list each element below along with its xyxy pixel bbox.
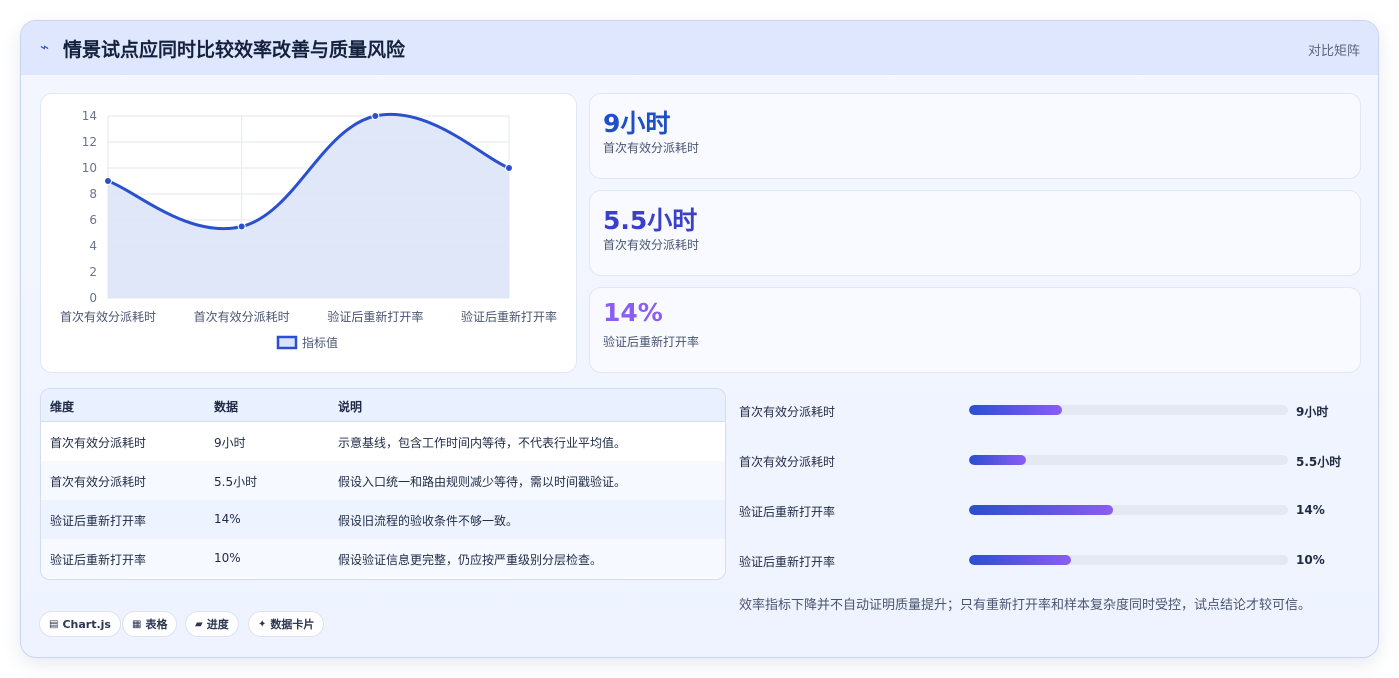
progress-icon: ▰ (195, 618, 203, 630)
data-table: 维度 数据 说明 首次有效分派耗时 9小时 示意基线，包含工作时间内等待，不代表… (40, 388, 726, 580)
y-tick-label: 8 (89, 187, 97, 201)
data-point (237, 222, 246, 231)
x-tick-label: 验证后重新打开率 (461, 309, 557, 324)
x-tick-label: 验证后重新打开率 (327, 309, 423, 324)
data-point (104, 177, 112, 185)
y-tick-label: 14 (82, 109, 97, 123)
progress-track (969, 455, 1288, 465)
column-header: 维度 (50, 400, 75, 414)
conclusion-note: 效率指标下降并不自动证明质量提升；只有重新打开率和样本复杂度同时受控，试点结论才… (739, 598, 1312, 613)
stat-label: 首次有效分派耗时 (603, 141, 700, 155)
progress-label: 验证后重新打开率 (739, 505, 836, 519)
progress-fill (969, 455, 1027, 465)
progress-label: 验证后重新打开率 (739, 555, 836, 569)
chip-label: 进度 (206, 618, 229, 631)
table-cell: 首次有效分派耗时 (50, 436, 147, 450)
stat-value: 9小时 (603, 109, 671, 138)
mode-label: 对比矩阵 (1307, 44, 1360, 59)
table-cell: 示意基线，包含工作时间内等待，不代表行业平均值。 (338, 436, 627, 450)
data-point (505, 164, 513, 172)
x-tick-label: 首次有效分派耗时 (60, 309, 156, 324)
x-tick-label: 首次有效分派耗时 (194, 309, 290, 324)
progress-fill (969, 505, 1113, 515)
panel-title: 情景试点应同时比较效率改善与质量风险 (63, 39, 406, 61)
chart-icon: ▤ (49, 618, 59, 630)
stat-label: 首次有效分派耗时 (603, 238, 700, 252)
progress-value: 5.5小时 (1296, 455, 1342, 469)
y-tick-label: 4 (89, 239, 97, 253)
table-cell: 5.5小时 (214, 475, 258, 489)
table-cell: 验证后重新打开率 (50, 514, 147, 528)
table-cell: 10% (214, 551, 241, 565)
chip-data-cards[interactable]: ✦ 数据卡片 (248, 611, 325, 637)
y-tick-label: 10 (82, 161, 97, 175)
y-tick-label: 2 (89, 265, 97, 279)
legend-label: 指标值 (302, 335, 338, 350)
progress-row: 验证后重新打开率 10% (739, 551, 1359, 571)
progress-label: 首次有效分派耗时 (739, 405, 836, 419)
progress-track (969, 555, 1288, 565)
table-cell: 假设入口统一和路由规则减少等待，需以时间戳验证。 (338, 475, 627, 489)
y-tick-label: 12 (82, 135, 97, 149)
y-tick-label: 6 (89, 213, 97, 227)
progress-track (969, 505, 1288, 515)
column-header: 数据 (214, 400, 239, 414)
progress-value: 9小时 (1296, 405, 1329, 419)
trend-icon: ⌁ (40, 38, 50, 56)
progress-fill (969, 555, 1072, 565)
table-header: 维度 数据 说明 (41, 389, 725, 422)
table-row: 首次有效分派耗时 9小时 示意基线，包含工作时间内等待，不代表行业平均值。 (41, 422, 725, 462)
stat-label: 验证后重新打开率 (603, 335, 700, 349)
stat-card: 5.5小时 首次有效分派耗时 (589, 190, 1361, 276)
stat-card: 9小时 首次有效分派耗时 (589, 93, 1361, 179)
data-point (371, 112, 380, 120)
chip-label: 数据卡片 (270, 618, 315, 631)
table-cell: 假设验证信息更完整，仍应按严重级别分层检查。 (338, 553, 603, 567)
table-icon: ▦ (132, 618, 142, 630)
legend-swatch (276, 335, 298, 350)
chip-table[interactable]: ▦ 表格 (122, 611, 178, 637)
progress-fill (969, 405, 1062, 415)
chip-label: Chart.js (62, 617, 111, 631)
progress-label: 首次有效分派耗时 (739, 455, 836, 469)
sparkle-icon: ✦ (258, 618, 267, 630)
column-header: 说明 (338, 400, 363, 414)
table-row: 验证后重新打开率 14% 假设旧流程的验收条件不够一致。 (41, 500, 725, 540)
panel-header: ⌁ 情景试点应同时比较效率改善与质量风险 对比矩阵 (21, 21, 1378, 75)
stat-value: 14% (603, 298, 663, 327)
progress-row: 验证后重新打开率 14% (739, 501, 1359, 521)
stat-card: 14% 验证后重新打开率 (589, 287, 1361, 373)
table-row: 验证后重新打开率 10% 假设验证信息更完整，仍应按严重级别分层检查。 (41, 539, 725, 578)
stat-value: 5.5小时 (603, 206, 698, 235)
chip-chartjs[interactable]: ▤ Chart.js (39, 611, 121, 637)
table-row: 首次有效分派耗时 5.5小时 假设入口统一和路由规则减少等待，需以时间戳验证。 (41, 461, 725, 501)
line-chart-card: 0 2 4 6 8 10 12 14 首次有效分派耗时 首次有效分派耗时 验证后重新打开率 验证后重新… (40, 93, 577, 373)
chip-progress[interactable]: ▰ 进度 (185, 611, 239, 637)
table-cell: 假设旧流程的验收条件不够一致。 (338, 514, 519, 528)
progress-row: 首次有效分派耗时 5.5小时 (739, 451, 1359, 471)
comparison-panel: ⌁ 情景试点应同时比较效率改善与质量风险 对比矩阵 0 2 4 6 8 10 12 14 首次有… (20, 20, 1379, 658)
y-tick-label: 0 (89, 291, 97, 305)
chip-label: 表格 (145, 618, 168, 631)
progress-value: 14% (1296, 503, 1325, 517)
table-cell: 9小时 (214, 436, 246, 450)
table-cell: 首次有效分派耗时 (50, 475, 147, 489)
table-cell: 14% (214, 512, 241, 526)
progress-row: 首次有效分派耗时 9小时 (739, 401, 1359, 421)
progress-track (969, 405, 1288, 415)
progress-value: 10% (1296, 553, 1325, 567)
line-chart: 0 2 4 6 8 10 12 14 首次有效分派耗时 首次有效分派耗时 验证后重新打开率 验证后重新… (60, 109, 557, 350)
table-cell: 验证后重新打开率 (50, 553, 147, 567)
